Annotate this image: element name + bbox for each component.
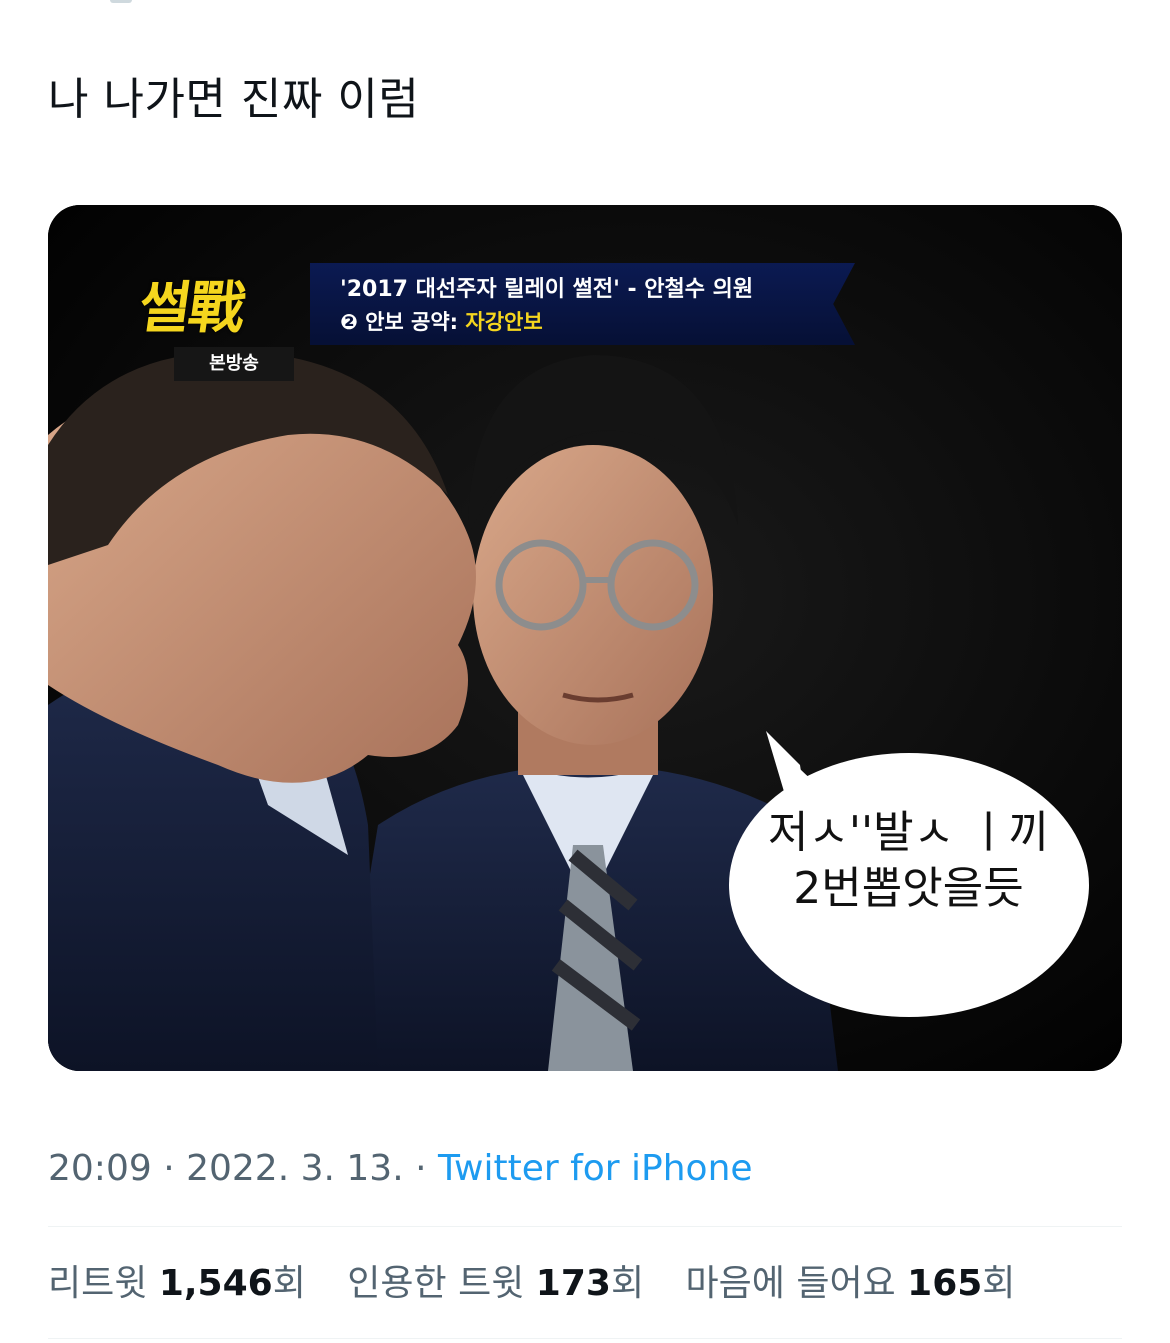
tweet-text: 나 나가면 진짜 이럼 [48,74,420,125]
quotes-count: 173 [535,1263,611,1304]
speech-bubble-text: 저ㅅ''발ㅅ ㅣ끼 2번뽑앗을듯 [736,805,1081,917]
likes-label: 마음에 들어요 [685,1263,896,1304]
top-edge-stub [110,0,132,3]
tweet-metadata: 20:09 · 2022. 3. 13. · Twitter for iPhon… [48,1145,753,1193]
likes-count: 165 [907,1263,983,1304]
show-logo: 썰戰 [134,275,248,341]
retweets-stat[interactable]: 리트윗 1,546회 [48,1263,306,1304]
speech-bubble-line-1: 저ㅅ''발ㅅ ㅣ끼 [767,807,1050,858]
caption-line-2-prefix: ❷ 안보 공약: [340,310,466,334]
divider [48,1338,1122,1339]
tweet-source-link[interactable]: Twitter for iPhone [438,1148,753,1189]
quotes-stat[interactable]: 인용한 트윗 173회 [347,1263,644,1304]
retweets-suffix: 회 [272,1263,306,1304]
meta-separator: · [403,1148,438,1189]
retweets-count: 1,546 [158,1263,273,1304]
likes-stat[interactable]: 마음에 들어요 165회 [686,1263,1016,1304]
quotes-label: 인용한 트윗 [347,1263,525,1304]
meta-separator: · [151,1148,187,1189]
tweet-time[interactable]: 20:09 [48,1148,152,1189]
show-logo-subtitle: 본방송 [174,347,294,381]
caption-line-1: '2017 대선주자 릴레이 썰전' - 안철수 의원 [340,277,754,302]
speech-bubble-line-2: 2번뽑앗을듯 [793,863,1024,914]
caption-line-2-highlight: 자강안보 [465,310,543,334]
likes-suffix: 회 [982,1263,1016,1304]
engagement-stats: 리트윗 1,546회 인용한 트윗 173회 마음에 들어요 165회 [48,1260,1045,1308]
tweet-date[interactable]: 2022. 3. 13. [186,1148,404,1189]
quotes-suffix: 회 [610,1263,645,1304]
tweet-media-image[interactable]: 썰戰 본방송 '2017 대선주자 릴레이 썰전' - 안철수 의원 ❷ 안보 … [48,205,1122,1071]
caption-line-2: ❷ 안보 공약: 자강안보 [340,306,543,336]
divider [48,1226,1122,1227]
retweets-label: 리트윗 [48,1263,148,1304]
